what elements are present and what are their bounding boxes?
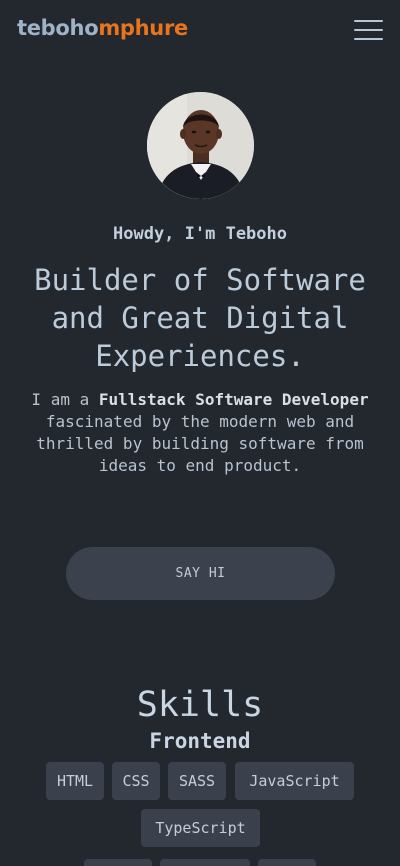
intro-paragraph: I am a Fullstack Software Developer fasc… (30, 389, 370, 477)
profile-photo-icon (147, 92, 254, 199)
site-logo[interactable]: tebohomphure (17, 16, 188, 40)
page-headline: Builder of Software and Great Digital Ex… (34, 263, 366, 373)
say-hi-button[interactable]: SAY HI (66, 547, 335, 600)
intro-suffix: fascinated by the modern web and thrille… (36, 412, 364, 475)
skill-tag-javascript: JavaScript (235, 762, 354, 800)
site-header: tebohomphure (0, 0, 400, 62)
frontend-heading: Frontend (149, 729, 251, 753)
skill-tag-sass: SASS (168, 762, 226, 800)
greeting: Howdy, I'm Teboho (113, 224, 287, 244)
skills-heading: Skills (136, 685, 264, 725)
menu-bar-bottom (354, 38, 383, 40)
logo-last-name: mphure (98, 16, 188, 40)
menu-bar-top (354, 20, 383, 22)
intro-prefix: I am a (31, 390, 99, 409)
skill-tag-partial (258, 859, 316, 866)
menu-bar-middle (354, 29, 383, 31)
hamburger-menu-icon[interactable] (354, 19, 384, 41)
skill-tag-typescript: TypeScript (141, 809, 260, 847)
skill-tag-partial (84, 859, 152, 866)
skill-tag-css: CSS (112, 762, 160, 800)
logo-first-name: teboho (17, 16, 99, 40)
skill-tag-html: HTML (46, 762, 104, 800)
portfolio-page: tebohomphure Howdy, I'm Teboho Builder o… (0, 0, 400, 866)
intro-role: Fullstack Software Developer (98, 390, 369, 409)
skill-tag-partial (160, 859, 250, 866)
avatar (147, 92, 254, 199)
